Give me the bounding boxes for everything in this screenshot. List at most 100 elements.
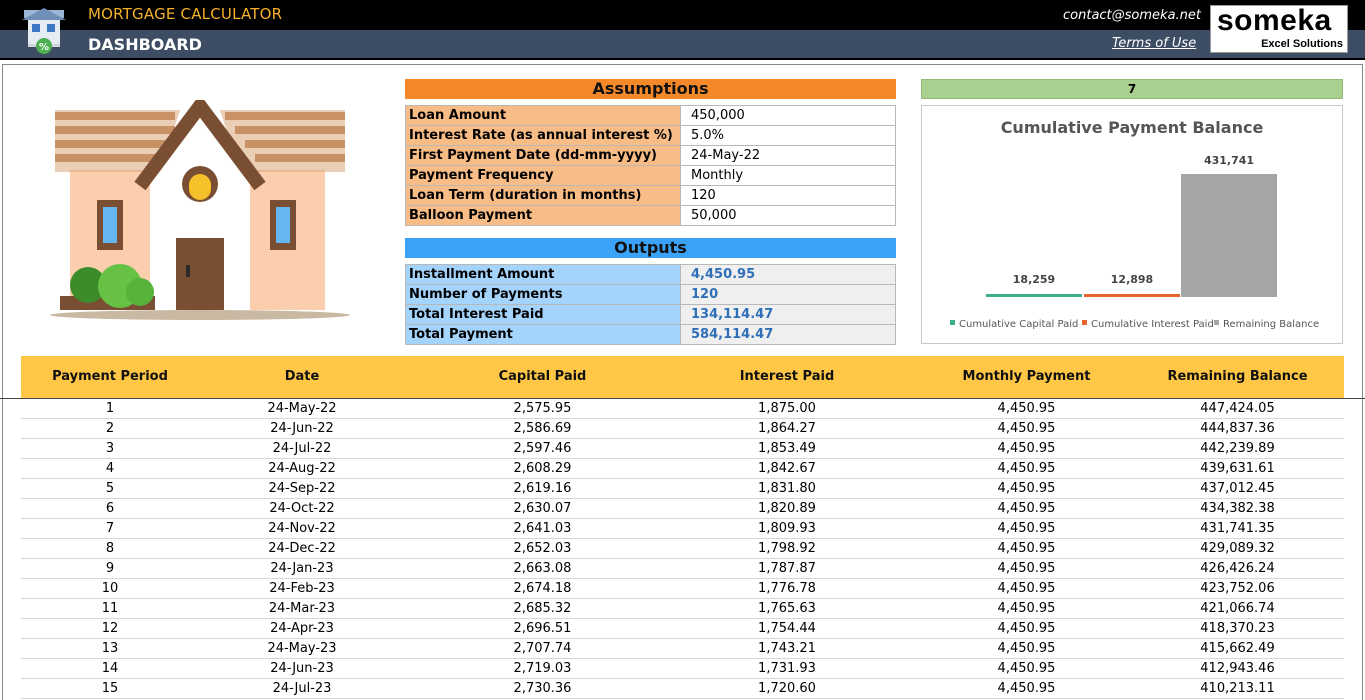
data-label: 18,259 [1013,273,1055,286]
loan-amount-input[interactable]: 450,000 [680,105,896,126]
monthly-payment-cell: 4,450.95 [997,401,1056,416]
capital-paid-cell: 2,730.36 [513,681,572,696]
col-date: Date [284,369,320,384]
table-row: 15 24-Jul-23 2,730.36 1,720.60 4,450.95 410,2… [21,679,1344,699]
brand-logo[interactable]: someka Excel Solutions [1210,4,1348,53]
interest-paid-cell: 1,820.89 [758,501,816,516]
remaining-balance-cell: 437,012.45 [1200,481,1275,496]
period-cell: 8 [105,541,115,556]
assumption-row: Loan Amount 450,000 [405,105,896,126]
date-cell: 24-May-23 [267,641,337,656]
table-row: 7 24-Nov-22 2,641.03 1,809.93 4,450.95 431,74… [21,519,1344,539]
interest-paid-cell: 1,754.44 [758,621,816,636]
date-cell: 24-May-22 [267,401,337,416]
capital-paid-cell: 2,674.18 [513,581,572,596]
capital-paid-cell: 2,575.95 [513,401,572,416]
capital-paid-cell: 2,597.46 [513,441,572,456]
terms-of-use-link[interactable]: Terms of Use [1112,36,1196,51]
interest-paid-cell: 1,787.87 [758,561,816,576]
legend-item: Cumulative Interest Paid [1091,319,1214,330]
number-of-payments-value: 120 [680,284,896,305]
capital-paid-cell: 2,630.07 [513,501,572,516]
output-row: Total Interest Paid 134,114.47 [405,304,896,325]
remaining-balance-bar [1181,174,1277,297]
contact-email[interactable]: contact@someka.net [1063,8,1201,23]
monthly-payment-cell: 4,450.95 [997,641,1056,656]
date-cell: 24-Feb-23 [269,581,335,596]
remaining-balance-cell: 444,837.36 [1200,421,1275,436]
loan-term-input[interactable]: 120 [680,185,896,206]
date-cell: 24-Jul-23 [272,681,332,696]
remaining-balance-cell: 429,089.32 [1200,541,1275,556]
outputs-table: Installment Amount 4,450.95 Number of Pay… [405,264,896,345]
date-cell: 24-Oct-22 [269,501,335,516]
monthly-payment-cell: 4,450.95 [997,481,1056,496]
chart-title: Cumulative Payment Balance [1001,118,1264,137]
brand-tagline: Excel Solutions [1261,38,1343,50]
interest-paid-cell: 1,731.93 [758,661,816,676]
interest-paid-cell: 1,743.21 [758,641,816,656]
monthly-payment-cell: 4,450.95 [997,561,1056,576]
monthly-payment-cell: 4,450.95 [997,521,1056,536]
period-cell: 9 [105,561,115,576]
col-capital-paid: Capital Paid [498,369,587,384]
period-selector-cell[interactable]: 7 [921,79,1343,99]
period-cell: 1 [105,401,115,416]
legend-swatch [1214,320,1219,325]
chart-canvas: Cumulative Payment Balance 18,259 12,898 4… [950,118,1319,330]
balloon-payment-input[interactable]: 50,000 [680,205,896,226]
house-illustration [50,100,350,320]
remaining-balance-cell: 442,239.89 [1200,441,1275,456]
table-row: 11 24-Mar-23 2,685.32 1,765.63 4,450.95 421,0… [21,599,1344,619]
table-row: 9 24-Jan-23 2,663.08 1,787.87 4,450.95 426,42… [21,559,1344,579]
table-row: 10 24-Feb-23 2,674.18 1,776.78 4,450.95 423,7… [21,579,1344,599]
assumptions-header: Assumptions [405,79,896,99]
period-cell: 3 [105,441,115,456]
period-cell: 13 [101,641,119,656]
period-cell: 7 [105,521,115,536]
monthly-payment-cell: 4,450.95 [997,581,1056,596]
assumption-row: Interest Rate (as annual interest %) 5.0% [405,125,896,146]
interest-paid-cell: 1,831.80 [758,481,816,496]
remaining-balance-cell: 410,213.11 [1200,681,1275,696]
svg-text:%: % [39,42,49,53]
total-payment-value: 584,114.47 [680,324,896,345]
outputs-header: Outputs [405,238,896,258]
assumption-label: Payment Frequency [405,165,681,186]
payment-frequency-select[interactable]: Monthly [680,165,896,186]
date-cell: 24-Sep-22 [268,481,336,496]
brand-name: someka [1217,4,1332,37]
data-label: 431,741 [1204,154,1254,167]
period-cell: 6 [105,501,115,516]
capital-paid-cell: 2,663.08 [513,561,572,576]
date-cell: 24-Jul-22 [272,441,332,456]
interest-rate-input[interactable]: 5.0% [680,125,896,146]
period-cell: 2 [105,421,115,436]
first-payment-date-input[interactable]: 24-May-22 [680,145,896,166]
monthly-payment-cell: 4,450.95 [997,461,1056,476]
monthly-payment-cell: 4,450.95 [997,441,1056,456]
remaining-balance-cell: 423,752.06 [1200,581,1275,596]
capital-paid-bar [986,294,1082,297]
date-cell: 24-Aug-22 [268,461,336,476]
assumptions-table: Loan Amount 450,000 Interest Rate (as ann… [405,105,896,226]
table-row: 3 24-Jul-22 2,597.46 1,853.49 4,450.95 442,23… [21,439,1344,459]
assumption-label: First Payment Date (dd-mm-yyyy) [405,145,681,166]
assumption-row: Payment Frequency Monthly [405,165,896,186]
assumption-label: Interest Rate (as annual interest %) [405,125,681,146]
assumption-row: Loan Term (duration in months) 120 [405,185,896,206]
assumption-row: Balloon Payment 50,000 [405,205,896,226]
date-cell: 24-Dec-22 [268,541,336,556]
period-cell: 15 [101,681,119,696]
remaining-balance-cell: 421,066.74 [1200,601,1275,616]
page-title: DASHBOARD [88,35,202,54]
capital-paid-cell: 2,719.03 [513,661,572,676]
remaining-balance-cell: 431,741.35 [1200,521,1275,536]
capital-paid-cell: 2,685.32 [513,601,572,616]
legend-item: Cumulative Capital Paid [959,319,1078,330]
table-row: 1 24-May-22 2,575.95 1,875.00 4,450.95 447,42… [21,399,1344,419]
col-monthly-payment: Monthly Payment [962,369,1091,384]
period-cell: 10 [101,581,119,596]
table-row: 14 24-Jun-23 2,719.03 1,731.93 4,450.95 412,9… [21,659,1344,679]
interest-paid-cell: 1,720.60 [758,681,816,696]
